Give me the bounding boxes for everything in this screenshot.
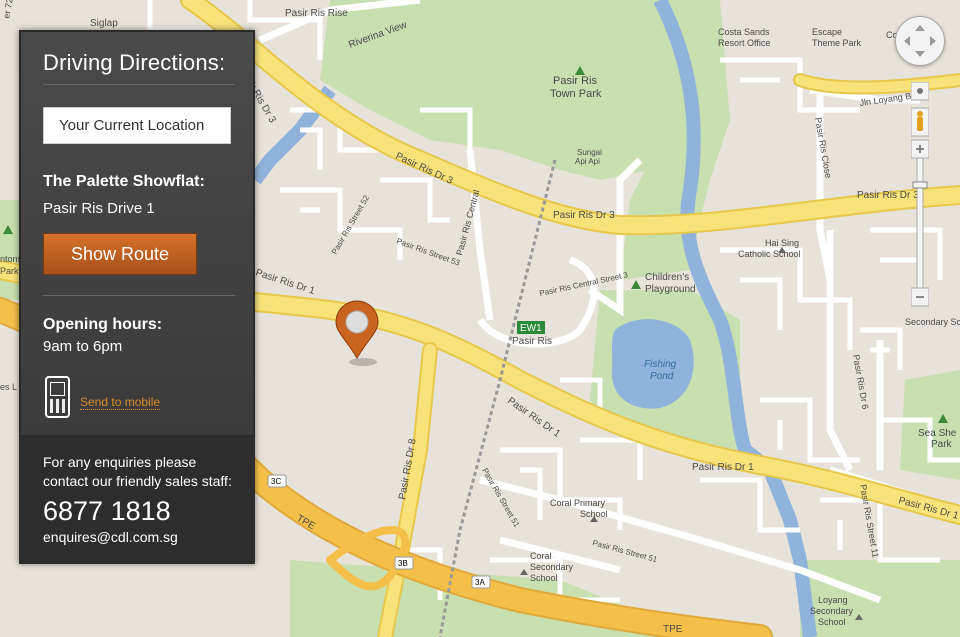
- map-label: Secondary Sch: [905, 317, 960, 327]
- enquiry-text: contact our friendly sales staff:: [43, 473, 232, 489]
- send-to-mobile-link[interactable]: Send to mobile: [80, 395, 161, 410]
- map-label: Siglap: [90, 18, 118, 29]
- mrt-station-icon: EW1: [517, 321, 545, 334]
- map-label: Park: [931, 439, 953, 450]
- map-label: Secondary: [530, 562, 574, 572]
- divider: [43, 84, 235, 85]
- map-label: Fishing: [644, 359, 677, 370]
- show-route-button[interactable]: Show Route: [43, 233, 197, 275]
- map-label: Sea She: [918, 428, 957, 439]
- phone-icon: [45, 376, 70, 418]
- map-label: Coral: [530, 551, 552, 561]
- map-label: es L: [0, 382, 17, 392]
- map-label: Resort Office: [718, 38, 770, 48]
- phone-number[interactable]: 6877 1818: [43, 496, 171, 527]
- map-label: Pasir Ris: [553, 75, 598, 87]
- map-label: Loyang: [818, 595, 848, 605]
- map-label: Pasir Ris: [512, 336, 552, 347]
- svg-text:3B: 3B: [398, 559, 408, 568]
- map-label: Pasir Ris Dr 1: [692, 462, 754, 473]
- svg-text:EW1: EW1: [520, 323, 542, 334]
- map-label: Secondary: [810, 606, 854, 616]
- hours-value: 9am to 6pm: [43, 338, 123, 355]
- map-label: Pasir Ris Rise: [285, 8, 348, 19]
- email-address[interactable]: enquires@cdl.com.sg: [43, 529, 178, 545]
- map-label: Playground: [645, 284, 696, 295]
- zoom-in-icon[interactable]: [910, 139, 930, 159]
- map-label: Coral Primary: [550, 498, 606, 508]
- map-label: Pasir Ris Dr 3: [857, 190, 919, 201]
- destination-address: Pasir Ris Drive 1: [43, 200, 155, 217]
- map-label: Pasir Ris Dr 3: [553, 210, 615, 221]
- map-label: Park: [0, 266, 19, 276]
- enquiry-text: For any enquiries please: [43, 454, 197, 470]
- map-label: Theme Park: [812, 38, 862, 48]
- directions-panel: Driving Directions: The Palette Showflat…: [19, 30, 255, 564]
- park-area-left: [0, 200, 20, 300]
- panel-title: Driving Directions:: [43, 50, 226, 75]
- pegman-icon[interactable]: [910, 107, 930, 137]
- map-label: Costa Sands: [718, 27, 770, 37]
- svg-text:3C: 3C: [271, 477, 281, 486]
- map-label: Town Park: [550, 88, 602, 100]
- map-label: Pond: [650, 371, 674, 382]
- map-label: TPE: [663, 624, 683, 635]
- map-label: School: [530, 573, 558, 583]
- map-label: Children's: [645, 272, 689, 283]
- divider: [43, 295, 235, 296]
- map-label: School: [818, 617, 846, 627]
- zoom-control[interactable]: [910, 81, 930, 307]
- destination-title: The Palette Showflat:: [43, 173, 205, 190]
- map-label: Catholic School: [738, 249, 801, 259]
- hours-title: Opening hours:: [43, 316, 163, 333]
- panel-contact: For any enquiries please contact our fri…: [19, 437, 255, 564]
- svg-text:3A: 3A: [475, 578, 485, 587]
- zoom-out-icon[interactable]: [910, 287, 930, 307]
- map-label: Api Api: [575, 157, 600, 166]
- map-label: Escape: [812, 27, 842, 37]
- map-label: Hai Sing: [765, 238, 799, 248]
- location-input[interactable]: [43, 107, 231, 144]
- panel-top: Driving Directions: The Palette Showflat…: [19, 30, 255, 437]
- pan-control-icon[interactable]: [895, 16, 945, 66]
- map-label: Sungai: [577, 148, 602, 157]
